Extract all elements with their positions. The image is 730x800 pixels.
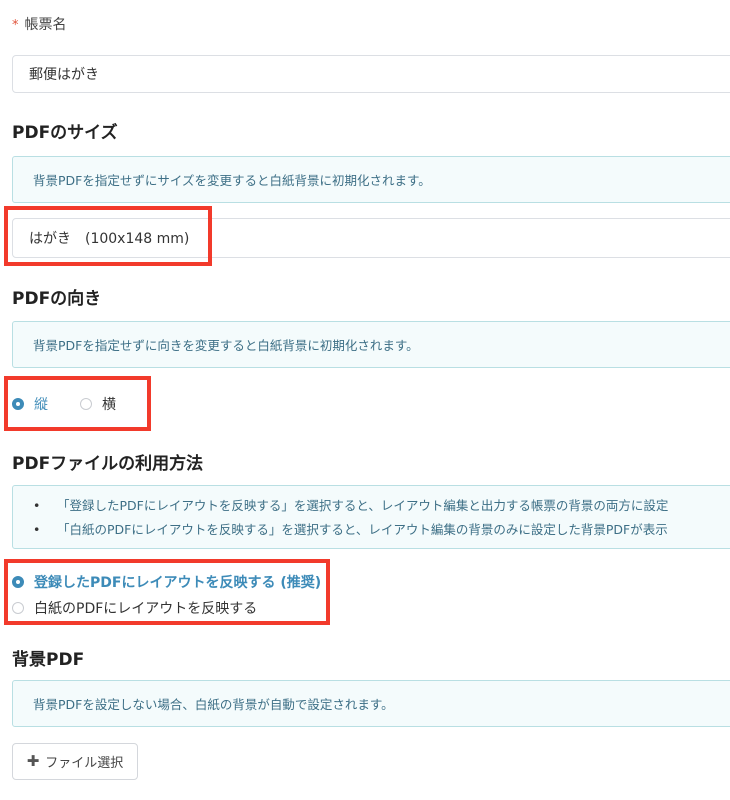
pdf-size-info: 背景PDFを指定せずにサイズを変更すると白紙背景に初期化されます。 <box>12 156 730 203</box>
pdf-usage-info-list: 「登録したPDFにレイアウトを反映する」を選択すると、レイアウト編集と出力する帳… <box>13 486 730 542</box>
usage-blank-pdf-label: 白紙のPDFにレイアウトを反映する <box>34 601 258 617</box>
pdf-size-selected-value: はがき (100x148 mm) <box>29 231 190 247</box>
radio-unchecked-icon[interactable] <box>80 398 92 410</box>
background-pdf-title: 背景PDF <box>12 650 85 670</box>
required-mark: * <box>12 18 19 33</box>
usage-option-registered-pdf[interactable]: 登録したPDFにレイアウトを反映する (推奨) <box>12 572 321 592</box>
form-name-label: * 帳票名 <box>12 14 67 34</box>
pdf-size-select[interactable]: はがき (100x148 mm) <box>12 218 730 258</box>
form-name-input[interactable] <box>12 55 730 93</box>
pdf-usage-info-item: 「登録したPDFにレイアウトを反映する」を選択すると、レイアウト編集と出力する帳… <box>13 494 730 518</box>
usage-option-blank-pdf[interactable]: 白紙のPDFにレイアウトを反映する <box>12 598 257 618</box>
file-select-button[interactable]: ✚ ファイル選択 <box>12 743 138 780</box>
background-pdf-info: 背景PDFを設定しない場合、白紙の背景が自動で設定されます。 <box>12 680 730 727</box>
file-select-label: ファイル選択 <box>45 756 124 771</box>
orientation-landscape-label: 横 <box>102 397 116 413</box>
plus-icon: ✚ <box>26 752 40 770</box>
usage-registered-pdf-label: 登録したPDFにレイアウトを反映する (推奨) <box>34 575 322 591</box>
pdf-usage-info: 「登録したPDFにレイアウトを反映する」を選択すると、レイアウト編集と出力する帳… <box>12 485 730 549</box>
pdf-orientation-title: PDFの向き <box>12 289 102 309</box>
pdf-size-info-text: 背景PDFを指定せずにサイズを変更すると白紙背景に初期化されます。 <box>33 173 431 188</box>
pdf-orientation-info-text: 背景PDFを指定せずに向きを変更すると白紙背景に初期化されます。 <box>33 338 419 353</box>
form-name-label-text: 帳票名 <box>24 17 67 33</box>
orientation-portrait-label: 縦 <box>34 397 48 413</box>
orientation-option-portrait[interactable]: 縦 <box>12 394 48 414</box>
pdf-orientation-info: 背景PDFを指定せずに向きを変更すると白紙背景に初期化されます。 <box>12 321 730 368</box>
background-pdf-info-text: 背景PDFを設定しない場合、白紙の背景が自動で設定されます。 <box>33 697 394 712</box>
pdf-usage-info-item: 「白紙のPDFにレイアウトを反映する」を選択すると、レイアウト編集の背景のみに設… <box>13 518 730 542</box>
radio-unchecked-icon[interactable] <box>12 602 24 614</box>
form-settings-page: * 帳票名 PDFのサイズ 背景PDFを指定せずにサイズを変更すると白紙背景に初期… <box>0 0 730 800</box>
pdf-size-title: PDFのサイズ <box>12 123 118 143</box>
radio-checked-icon[interactable] <box>12 398 24 410</box>
orientation-option-landscape[interactable]: 横 <box>80 394 116 414</box>
radio-checked-icon[interactable] <box>12 576 24 588</box>
pdf-usage-title: PDFファイルの利用方法 <box>12 454 204 474</box>
